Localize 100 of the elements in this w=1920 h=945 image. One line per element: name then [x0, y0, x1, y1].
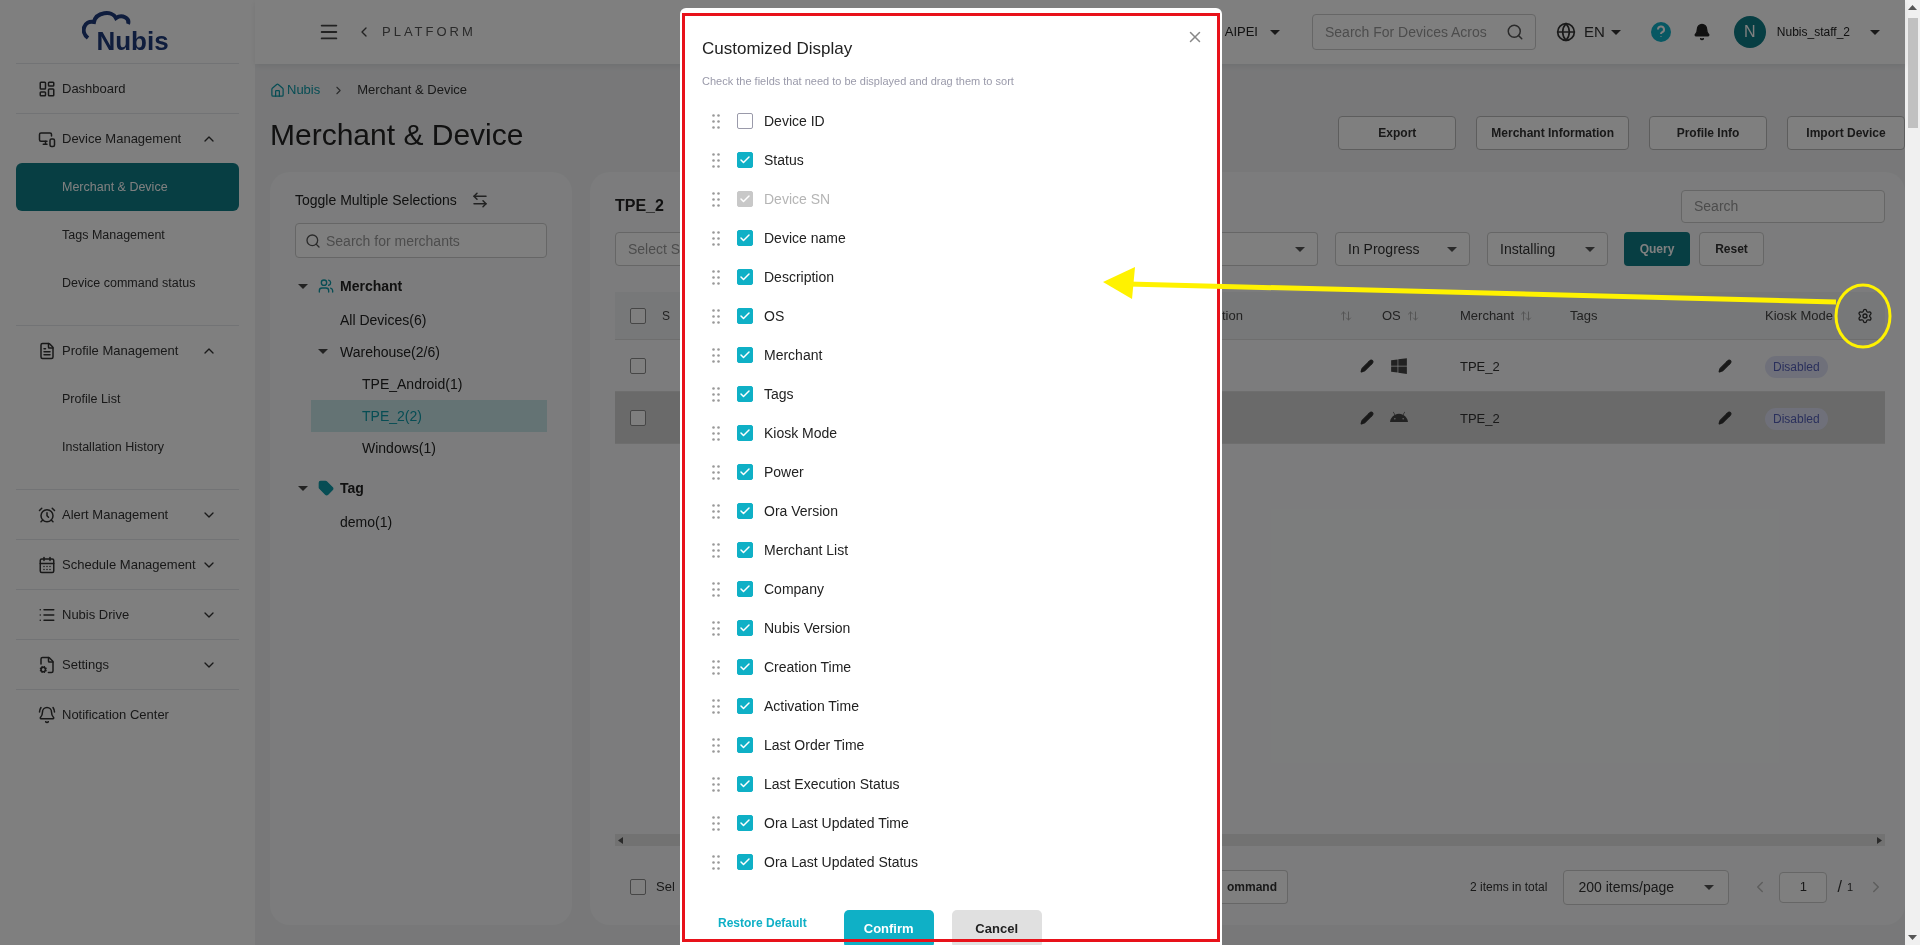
drag-handle-icon[interactable] [712, 815, 720, 831]
drag-handle-icon[interactable] [712, 425, 720, 441]
checkbox[interactable] [630, 879, 646, 895]
sort-icon[interactable] [1340, 309, 1352, 322]
tree-item[interactable]: TPE_Android(1) [311, 368, 547, 400]
drag-handle-icon[interactable] [712, 113, 720, 129]
vertical-scrollbar[interactable] [1905, 0, 1920, 945]
tree-item[interactable]: Windows(1) [311, 432, 547, 464]
sort-icon[interactable] [1406, 309, 1419, 322]
column-header[interactable]: OS [1382, 305, 1419, 326]
action-button[interactable]: Profile Info [1649, 116, 1767, 150]
edit-icon[interactable] [1718, 410, 1732, 425]
drag-handle-icon[interactable] [712, 542, 720, 558]
action-button[interactable]: Export [1338, 116, 1457, 150]
field-checkbox[interactable] [737, 854, 753, 870]
drag-handle-icon[interactable] [712, 347, 720, 363]
drag-handle-icon[interactable] [712, 581, 720, 597]
field-checkbox[interactable] [737, 230, 753, 246]
restore-default-link[interactable]: Restore Default [718, 913, 807, 932]
edit-icon[interactable] [1718, 358, 1732, 373]
field-checkbox[interactable] [737, 659, 753, 675]
field-checkbox[interactable] [737, 425, 753, 441]
language-select[interactable]: EN [1584, 20, 1605, 44]
field-checkbox[interactable] [737, 698, 753, 714]
notification-icon[interactable] [1692, 23, 1711, 41]
field-checkbox[interactable] [737, 620, 753, 636]
user-avatar[interactable]: N [1733, 16, 1766, 48]
sidebar-subitem[interactable]: Installation History [16, 423, 239, 471]
scroll-up-icon[interactable] [1908, 5, 1917, 10]
column-header[interactable]: Merchant [1460, 305, 1533, 326]
sidebar-item[interactable]: Settings [16, 640, 239, 689]
scroll-right-icon[interactable] [1877, 836, 1882, 844]
home-icon[interactable] [270, 82, 285, 98]
drag-handle-icon[interactable] [712, 737, 720, 753]
field-checkbox[interactable] [737, 308, 753, 324]
swap-icon[interactable] [470, 191, 489, 209]
sort-icon[interactable] [1520, 309, 1533, 322]
field-checkbox[interactable] [737, 737, 753, 753]
field-checkbox[interactable] [737, 815, 753, 831]
action-button[interactable]: Merchant Information [1476, 116, 1629, 150]
drag-handle-icon[interactable] [712, 269, 720, 285]
column-header[interactable]: Tags [1570, 305, 1598, 326]
user-name[interactable]: Nubis_staff_2 [1776, 23, 1850, 41]
field-checkbox[interactable] [737, 152, 753, 168]
sidebar-item[interactable]: Alert Management [16, 490, 239, 539]
tree-group[interactable]: Tag [298, 470, 547, 506]
field-checkbox[interactable] [737, 542, 753, 558]
sidebar-subitem[interactable]: Merchant & Device [16, 163, 239, 211]
filter-dropdown[interactable]: Installing [1487, 232, 1608, 266]
drag-handle-icon[interactable] [712, 191, 720, 207]
sidebar-subitem[interactable]: Profile List [16, 375, 239, 423]
drag-handle-icon[interactable] [712, 308, 720, 324]
dropdown-field[interactable] [1222, 232, 1318, 266]
edit-icon[interactable] [1360, 358, 1374, 373]
scroll-down-icon[interactable] [1908, 935, 1917, 940]
help-icon[interactable] [1650, 22, 1671, 42]
column-header[interactable]: Kiosk Mode [1765, 305, 1833, 326]
checkbox[interactable] [630, 357, 646, 374]
edit-icon[interactable] [1360, 410, 1374, 425]
field-checkbox[interactable] [737, 347, 753, 363]
sidebar-subitem[interactable]: Device command status [16, 259, 239, 307]
drag-handle-icon[interactable] [712, 854, 720, 870]
sidebar-item[interactable]: Notification Center [16, 690, 239, 739]
settings-icon[interactable] [1857, 307, 1873, 324]
sidebar-item[interactable]: Schedule Management [16, 540, 239, 589]
page-size-select[interactable]: 200 items/page [1563, 869, 1730, 905]
drag-handle-icon[interactable] [712, 386, 720, 402]
command-button[interactable]: ommand [1222, 870, 1288, 904]
sidebar-item[interactable]: Device Management [16, 114, 239, 163]
tree-group[interactable]: Merchant [298, 268, 547, 304]
field-checkbox[interactable] [737, 113, 753, 129]
sidebar-item[interactable]: Profile Management [16, 326, 239, 375]
reset-button[interactable]: Reset [1699, 232, 1764, 266]
field-checkbox[interactable] [737, 386, 753, 402]
sidebar-subitem[interactable]: Tags Management [16, 211, 239, 259]
drag-handle-icon[interactable] [712, 503, 720, 519]
query-button[interactable]: Query [1624, 232, 1690, 266]
tree-item[interactable]: demo(1) [298, 506, 547, 538]
scroll-left-icon[interactable] [618, 836, 623, 844]
tree-item[interactable]: All Devices(6) [298, 304, 547, 336]
globe-icon[interactable] [1556, 22, 1576, 42]
drag-handle-icon[interactable] [712, 230, 720, 246]
checkbox[interactable] [630, 409, 646, 426]
filter-dropdown[interactable]: In Progress [1335, 232, 1470, 266]
field-checkbox[interactable] [737, 269, 753, 285]
drag-handle-icon[interactable] [712, 698, 720, 714]
field-checkbox[interactable] [737, 503, 753, 519]
scrollbar-thumb[interactable] [1907, 18, 1918, 128]
drag-handle-icon[interactable] [712, 152, 720, 168]
drag-handle-icon[interactable] [712, 464, 720, 480]
column-header[interactable]: tion [1222, 305, 1352, 326]
sidebar-item[interactable]: Dashboard [16, 64, 239, 113]
tree-item[interactable]: Warehouse(2/6) [298, 336, 547, 368]
drag-handle-icon[interactable] [712, 620, 720, 636]
field-checkbox[interactable] [737, 464, 753, 480]
drag-handle-icon[interactable] [712, 659, 720, 675]
checkbox[interactable] [630, 307, 646, 324]
field-checkbox[interactable] [737, 581, 753, 597]
search-icon[interactable] [1506, 23, 1524, 41]
region-select[interactable]: AIPEI [1224, 22, 1258, 42]
